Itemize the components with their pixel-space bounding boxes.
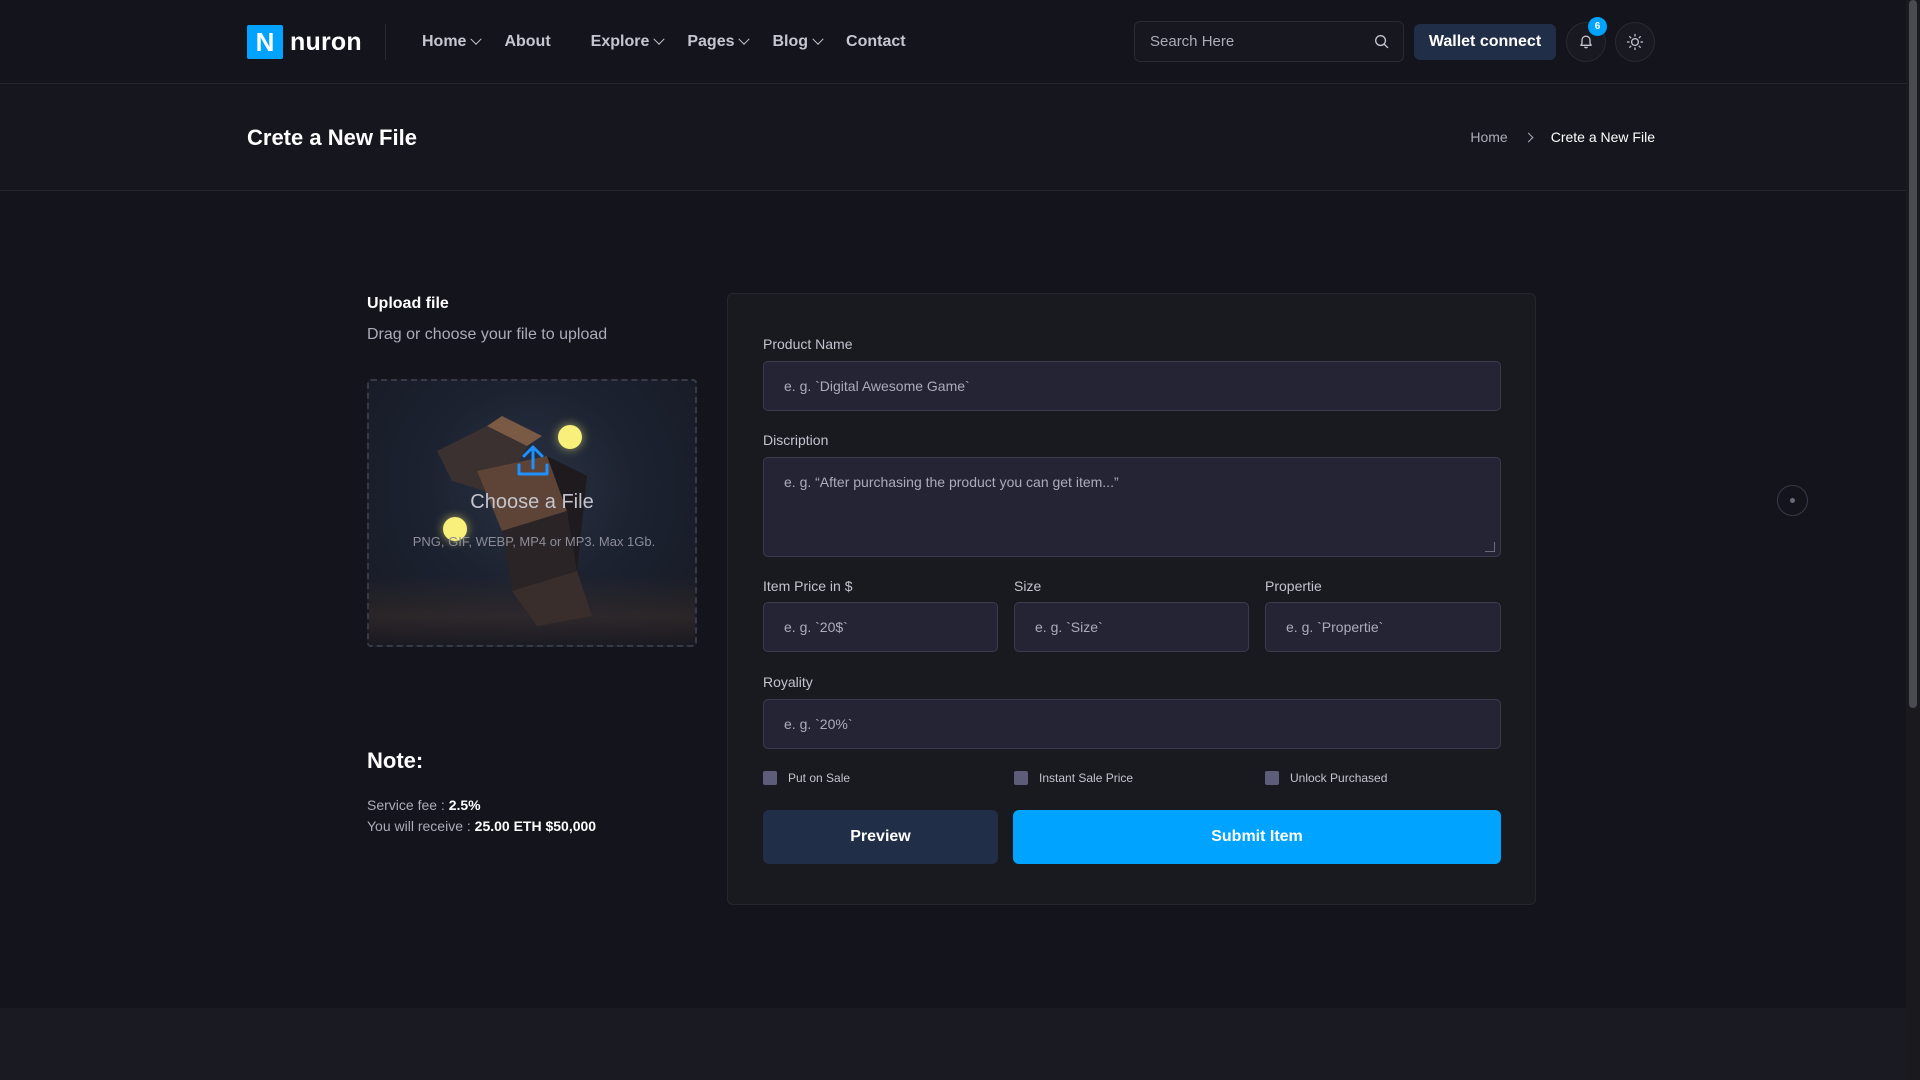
chevron-right-icon (1523, 132, 1534, 142)
nav-item-contact[interactable]: Contact (846, 30, 906, 54)
size-input[interactable] (1014, 602, 1249, 652)
chevron-down-icon (738, 33, 751, 45)
checkbox-box[interactable] (763, 771, 777, 785)
product-name-input[interactable] (763, 361, 1501, 411)
search-box (1134, 21, 1404, 62)
instant-sale-checkbox[interactable]: Instant Sale Price (1014, 771, 1133, 785)
receive-value: 25.00 ETH $50,000 (474, 818, 597, 834)
submit-item-button[interactable]: Submit Item (1013, 810, 1501, 864)
theme-toggle-button[interactable] (1615, 22, 1655, 62)
nav-item-explore[interactable]: Explore (590, 30, 666, 54)
scrollbar-thumb[interactable] (1909, 0, 1917, 708)
nav-item-pages[interactable]: Pages (687, 30, 751, 54)
breadcrumb-current: Crete a New File (1550, 129, 1655, 145)
search-icon[interactable] (1374, 34, 1389, 49)
footer-strip (0, 1008, 1906, 1080)
page-title: Crete a New File (247, 125, 417, 150)
propertie-label: Propertie (1265, 578, 1322, 594)
page-title-band: Crete a New File Home Crete a New File (0, 85, 1906, 191)
description-textarea[interactable] (763, 457, 1501, 557)
service-fee-line: Service fee : 2.5% (367, 797, 481, 813)
upload-icon (517, 445, 549, 476)
wallet-connect-button[interactable]: Wallet connect (1414, 24, 1556, 60)
checkbox-label: Instant Sale Price (1039, 771, 1134, 785)
receive-label: You will receive : (367, 818, 475, 834)
file-hint: PNG, GIF, WEBP, MP4 or MP3. Max 1Gb. (412, 534, 656, 549)
chevron-down-icon (470, 33, 483, 45)
nav-item-label: About (504, 33, 551, 50)
search-input[interactable] (1150, 33, 1360, 50)
unlock-purchased-checkbox[interactable]: Unlock Purchased (1265, 771, 1387, 785)
price-label: Item Price in $ (763, 578, 853, 594)
royality-label: Royality (763, 674, 813, 690)
breadcrumb-home-link[interactable]: Home (1470, 129, 1507, 145)
service-fee-label: Service fee : (367, 797, 449, 813)
create-item-form: Product Name Discription Item Price in $… (727, 293, 1536, 905)
nav-item-label: Pages (687, 33, 735, 50)
checkbox-label: Unlock Purchased (1290, 771, 1388, 785)
site-header: N nuron Home About Explore Pages Blog Co… (0, 0, 1906, 84)
bell-icon (1580, 35, 1592, 49)
upload-title: Upload file (367, 295, 449, 312)
resize-handle-icon[interactable] (1485, 542, 1495, 552)
cubes-illustration (437, 416, 592, 626)
nav-item-home[interactable]: Home (422, 30, 483, 54)
nav-item-blog[interactable]: Blog (772, 30, 824, 54)
header-divider (385, 24, 386, 60)
scroll-indicator-icon[interactable] (1777, 485, 1808, 516)
logo-text: nuron (290, 27, 362, 56)
notification-badge: 6 (1588, 17, 1607, 36)
service-fee-value: 2.5% (448, 797, 481, 813)
chevron-down-icon (812, 33, 824, 45)
price-input[interactable] (763, 602, 998, 652)
nav-item-label: Home (422, 33, 467, 50)
nav-item-label: Contact (846, 33, 906, 50)
decorative-orb (558, 425, 582, 449)
file-dropzone[interactable]: Choose a File PNG, GIF, WEBP, MP4 or MP3… (367, 379, 697, 647)
note-title: Note: (367, 748, 424, 773)
choose-file-label: Choose a File (470, 491, 594, 513)
checkbox-box[interactable] (1265, 771, 1279, 785)
propertie-input[interactable] (1265, 602, 1501, 652)
description-label: Discription (763, 432, 829, 448)
checkbox-label: Put on Sale (788, 771, 851, 785)
upload-subtitle: Drag or choose your file to upload (367, 326, 608, 343)
receive-line: You will receive : 25.00 ETH $50,000 (367, 818, 596, 834)
size-label: Size (1014, 578, 1042, 594)
royality-input[interactable] (763, 699, 1501, 749)
preview-button[interactable]: Preview (763, 810, 998, 864)
breadcrumb: Home Crete a New File (1470, 129, 1655, 145)
logo[interactable]: N nuron (247, 25, 362, 59)
nav-item-label: Explore (590, 33, 650, 50)
sun-icon (1626, 33, 1644, 51)
logo-mark: N (247, 25, 283, 59)
nav-item-label: Blog (772, 33, 809, 50)
nav-item-about[interactable]: About (504, 30, 550, 54)
main-nav: Home About Explore Pages Blog Contact (422, 30, 930, 54)
put-on-sale-checkbox[interactable]: Put on Sale (763, 771, 850, 785)
product-name-label: Product Name (763, 336, 853, 352)
chevron-down-icon (653, 33, 666, 45)
checkbox-box[interactable] (1014, 771, 1028, 785)
